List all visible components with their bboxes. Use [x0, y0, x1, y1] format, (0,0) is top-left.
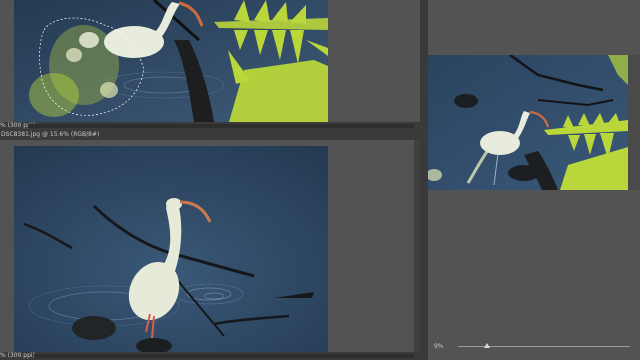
top-document-window: % (300 ppi) [0, 0, 420, 130]
bottom-document-image[interactable] [14, 146, 328, 354]
zoom-slider-thumb[interactable] [484, 343, 491, 348]
preview-image[interactable] [428, 55, 628, 190]
bottom-status-bar: % (300 ppi) [0, 352, 420, 360]
bottom-status-zoom: % (300 ppi) [0, 352, 35, 359]
top-status-bar: % (300 ppi) [0, 122, 420, 130]
top-scrollbar-track[interactable] [28, 124, 414, 128]
preview-panel: 9% [428, 0, 640, 360]
preview-header [428, 0, 640, 54]
bottom-document-window: DSC8381.jpg @ 15.6% (RGB/8#) % (300 ppi) [0, 130, 420, 360]
preview-right-edge [628, 55, 640, 190]
bottom-canvas-pasteboard [328, 140, 420, 354]
bottom-document-tab-label: DSC8381.jpg @ 15.6% (RGB/8#) [1, 131, 100, 138]
bottom-scrollbar-track[interactable] [34, 354, 414, 358]
panel-divider[interactable] [420, 0, 428, 360]
top-canvas-pasteboard [328, 0, 420, 122]
top-document-image[interactable] [14, 0, 328, 122]
zoom-percentage[interactable]: 9% [434, 343, 444, 350]
bottom-document-tab[interactable]: DSC8381.jpg @ 15.6% (RGB/8#) [0, 130, 420, 140]
zoom-control-bar: 9% [428, 338, 640, 354]
